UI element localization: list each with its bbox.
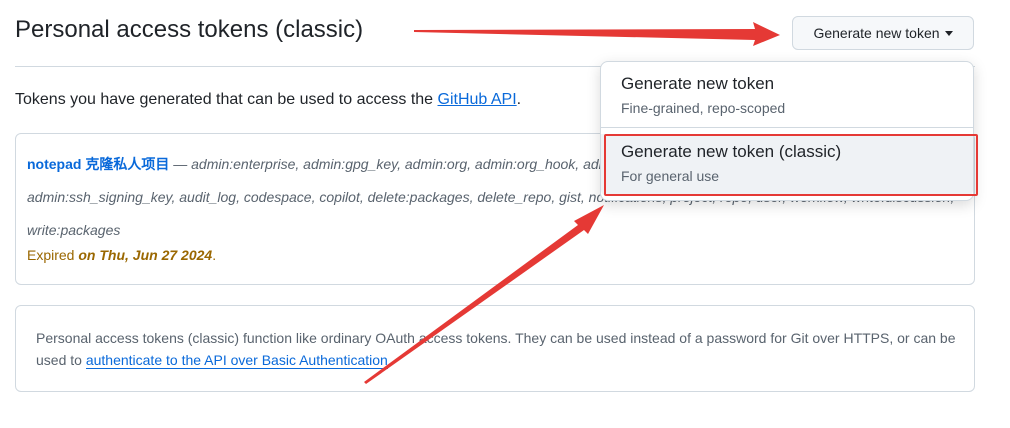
info-text: Personal access tokens (classic) functio… (36, 327, 956, 371)
generate-new-token-button[interactable]: Generate new token (792, 16, 974, 50)
token-separator: — (169, 156, 192, 172)
page-title: Personal access tokens (classic) (15, 16, 364, 43)
token-name-link[interactable]: notepad 克隆私人项目 (27, 156, 169, 172)
info-suffix: . (387, 352, 392, 368)
basic-auth-link[interactable]: authenticate to the API over Basic Authe… (85, 352, 388, 369)
expired-prefix: Expired (27, 247, 79, 263)
github-api-link[interactable]: GitHub API (438, 91, 517, 108)
menu-item-classic-token[interactable]: Generate new token (classic) For general… (601, 134, 973, 196)
menu-item-fine-grained-token[interactable]: Generate new token Fine-grained, repo-sc… (601, 62, 973, 128)
token-expiration: Expired on Thu, Jun 27 2024. (27, 247, 216, 263)
generate-new-token-button-label: Generate new token (813, 25, 940, 41)
expired-suffix: . (212, 247, 217, 263)
menu-item-title: Generate new token (621, 74, 775, 93)
menu-item-subtitle: For general use (621, 168, 720, 184)
menu-item-title: Generate new token (classic) (621, 142, 842, 161)
intro-text: Tokens you have generated that can be us… (15, 91, 521, 109)
page-header: Personal access tokens (classic) Generat… (15, 0, 975, 67)
caret-down-icon (944, 31, 953, 36)
page: Personal access tokens (classic) Generat… (0, 0, 1010, 428)
expired-date: on Thu, Jun 27 2024 (78, 247, 213, 263)
intro-suffix: . (516, 91, 522, 108)
intro-sentence: Tokens you have generated that can be us… (15, 91, 438, 108)
info-box: Personal access tokens (classic) functio… (15, 305, 975, 392)
generate-token-dropdown-menu: Generate new token Fine-grained, repo-sc… (600, 61, 974, 201)
menu-item-subtitle: Fine-grained, repo-scoped (621, 100, 786, 116)
